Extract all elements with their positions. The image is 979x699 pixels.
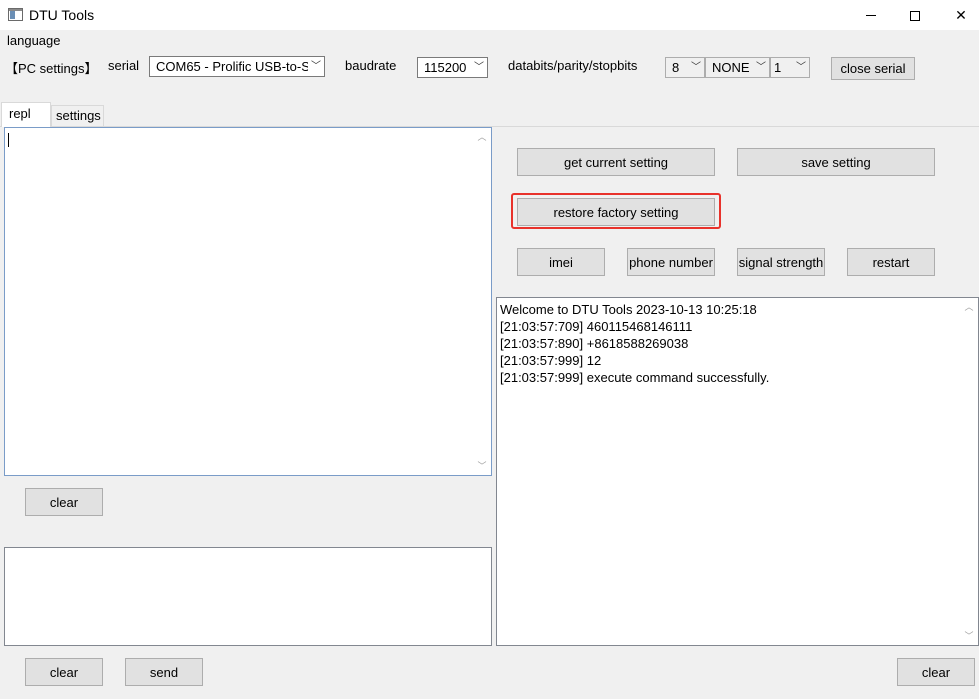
log-line: [21:03:57:999] 12	[500, 353, 602, 368]
parity-select-value: NONE	[712, 60, 750, 75]
baudrate-select-value: 115200	[424, 60, 467, 75]
window-title: DTU Tools	[29, 7, 95, 23]
chevron-down-icon: ﹀	[793, 58, 809, 77]
scroll-down-arrow-icon[interactable]: ﹀	[474, 458, 490, 474]
menu-language[interactable]: language	[7, 33, 61, 48]
log-clear-button[interactable]: clear	[897, 658, 975, 686]
close-window-button[interactable]: ✕	[938, 0, 979, 31]
scroll-down-arrow-icon[interactable]: ﹀	[961, 628, 977, 644]
log-output-scrollbar[interactable]: ︿ ﹀	[961, 299, 977, 644]
chevron-down-icon: ﹀	[471, 58, 487, 77]
databits-select-value: 8	[672, 60, 680, 75]
highlight-box	[511, 193, 721, 229]
app-window-icon	[8, 8, 23, 21]
close-serial-button[interactable]: close serial	[831, 57, 915, 80]
serial-label: serial	[108, 58, 140, 73]
stopbits-select[interactable]: 1 ﹀	[770, 57, 810, 78]
baudrate-select[interactable]: 115200 ﹀	[417, 57, 488, 78]
chevron-down-icon: ﹀	[308, 57, 324, 76]
repl-output-area[interactable]: ︿ ﹀	[4, 127, 492, 476]
log-line: [21:03:57:890] +8618588269038	[500, 336, 689, 351]
repl-clear-button[interactable]: clear	[25, 488, 103, 516]
text-cursor	[8, 133, 9, 147]
pc-settings-label: 【PC settings】	[5, 61, 98, 76]
minimize-icon	[866, 15, 876, 16]
close-icon: ✕	[955, 7, 967, 23]
log-line: Welcome to DTU Tools 2023-10-13 10:25:18	[500, 302, 757, 317]
scroll-up-arrow-icon[interactable]: ︿	[474, 129, 490, 145]
tab-settings[interactable]: settings	[51, 105, 104, 126]
baudrate-label: baudrate	[345, 58, 397, 73]
repl-input-field[interactable]	[4, 547, 492, 646]
input-clear-button[interactable]: clear	[25, 658, 103, 686]
log-output-area[interactable]: Welcome to DTU Tools 2023-10-13 10:25:18…	[496, 297, 979, 646]
phone-number-button[interactable]: phone number	[627, 248, 715, 276]
chevron-down-icon: ﹀	[688, 58, 704, 77]
serial-select[interactable]: COM65 - Prolific USB-to-S ﹀	[149, 56, 325, 77]
title-bar: DTU Tools ✕	[0, 0, 979, 31]
imei-button[interactable]: imei	[517, 248, 605, 276]
maximize-button[interactable]	[892, 0, 938, 31]
databits-select[interactable]: 8 ﹀	[665, 57, 705, 78]
parity-select[interactable]: NONE ﹀	[705, 57, 770, 78]
serial-select-value: COM65 - Prolific USB-to-S	[156, 59, 310, 74]
chevron-down-icon: ﹀	[753, 58, 769, 77]
scroll-up-arrow-icon[interactable]: ︿	[961, 299, 977, 315]
restart-button[interactable]: restart	[847, 248, 935, 276]
repl-output-scrollbar[interactable]: ︿ ﹀	[474, 129, 490, 474]
signal-strength-button[interactable]: signal strength	[737, 248, 825, 276]
stopbits-select-value: 1	[774, 60, 782, 75]
save-setting-button[interactable]: save setting	[737, 148, 935, 176]
maximize-icon	[910, 10, 920, 21]
send-button[interactable]: send	[125, 658, 203, 686]
get-current-setting-button[interactable]: get current setting	[517, 148, 715, 176]
databits-parity-stopbits-label: databits/parity/stopbits	[508, 58, 638, 73]
tab-repl[interactable]: repl	[1, 102, 51, 127]
log-line: [21:03:57:709] 460115468146111	[500, 319, 693, 334]
minimize-button[interactable]	[848, 0, 894, 31]
log-line: [21:03:57:999] execute command successfu…	[500, 370, 770, 385]
